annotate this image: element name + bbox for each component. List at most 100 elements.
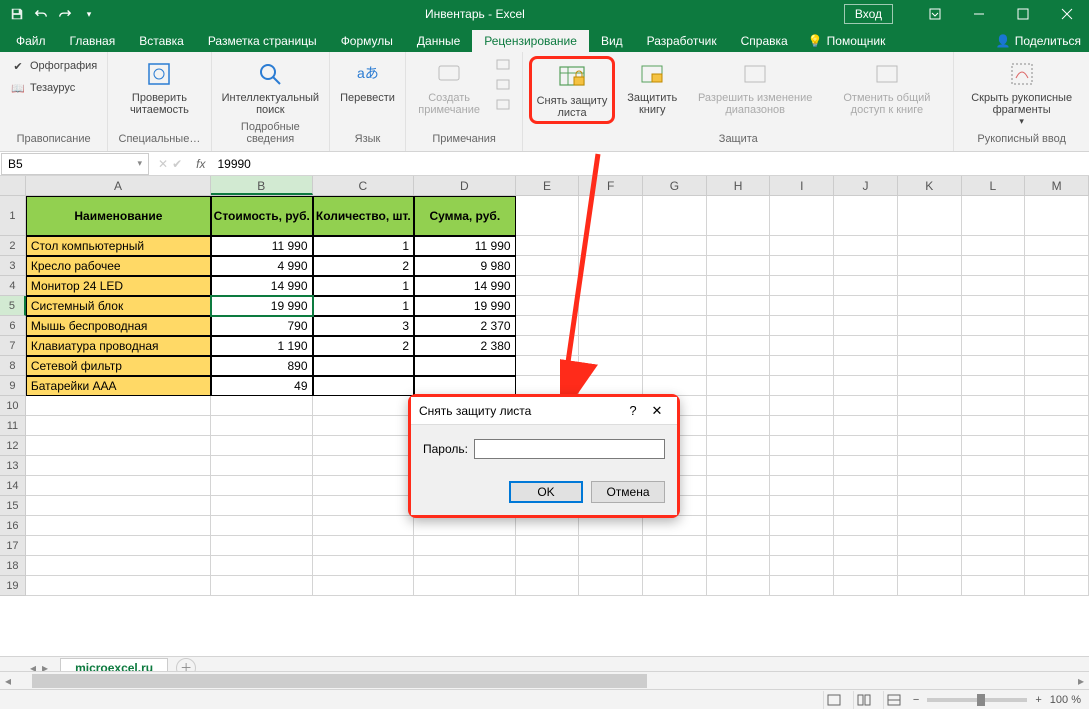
cell[interactable] (516, 356, 580, 376)
cell[interactable] (707, 236, 771, 256)
cell[interactable] (26, 496, 211, 516)
col-L[interactable]: L (962, 176, 1026, 195)
zoom-in-icon[interactable]: + (1035, 694, 1041, 706)
cell[interactable]: 1 190 (211, 336, 313, 356)
cell[interactable] (898, 416, 962, 436)
cell[interactable] (898, 496, 962, 516)
cell[interactable] (26, 436, 211, 456)
thesaurus-button[interactable]: 📖Тезаурус (6, 78, 101, 98)
cell[interactable] (962, 536, 1026, 556)
cell[interactable] (770, 396, 834, 416)
page-break-view-icon[interactable] (883, 691, 905, 709)
cell[interactable] (962, 576, 1026, 596)
col-J[interactable]: J (834, 176, 898, 195)
cell[interactable] (707, 496, 771, 516)
cell[interactable] (1025, 336, 1089, 356)
cell[interactable]: 1 (313, 296, 415, 316)
cell[interactable] (516, 276, 580, 296)
cell[interactable] (1025, 456, 1089, 476)
cell[interactable]: 4 990 (211, 256, 313, 276)
col-C[interactable]: C (313, 176, 415, 195)
cell[interactable] (770, 556, 834, 576)
password-input[interactable] (474, 439, 665, 459)
ink-button[interactable]: Скрыть рукописные фрагменты ▾ (960, 56, 1083, 129)
maximize-button[interactable] (1001, 0, 1045, 28)
smart-lookup-button[interactable]: Интеллектуальный поиск (218, 56, 323, 118)
cell[interactable] (834, 356, 898, 376)
cell[interactable] (516, 536, 580, 556)
cell[interactable] (414, 376, 516, 396)
cell[interactable] (643, 276, 707, 296)
cell[interactable] (707, 396, 771, 416)
cell[interactable] (211, 456, 313, 476)
cell[interactable] (707, 536, 771, 556)
cell[interactable] (579, 276, 643, 296)
cell[interactable] (834, 256, 898, 276)
row-4[interactable]: 4 (0, 276, 26, 296)
cell[interactable] (313, 576, 415, 596)
cell[interactable]: Клавиатура проводная (26, 336, 211, 356)
header-cell[interactable]: Стоимость, руб. (211, 196, 313, 236)
cell[interactable] (516, 376, 580, 396)
row-17[interactable]: 17 (0, 536, 26, 556)
cell[interactable] (1025, 516, 1089, 536)
cell[interactable] (1025, 276, 1089, 296)
col-H[interactable]: H (707, 176, 771, 195)
cell[interactable] (898, 196, 962, 236)
cell[interactable] (211, 536, 313, 556)
cell[interactable] (770, 296, 834, 316)
cell[interactable]: 3 (313, 316, 415, 336)
cell[interactable] (211, 476, 313, 496)
cell[interactable] (643, 256, 707, 276)
tab-formulas[interactable]: Формулы (329, 30, 405, 52)
cell[interactable] (579, 576, 643, 596)
row-5[interactable]: 5 (0, 296, 26, 316)
cell[interactable] (26, 476, 211, 496)
tab-home[interactable]: Главная (58, 30, 128, 52)
cell[interactable] (516, 316, 580, 336)
cell[interactable] (643, 336, 707, 356)
cell[interactable] (1025, 256, 1089, 276)
cell[interactable] (26, 456, 211, 476)
cell[interactable] (643, 516, 707, 536)
cell[interactable] (962, 516, 1026, 536)
col-B[interactable]: B (211, 176, 313, 195)
cell[interactable] (770, 476, 834, 496)
cell[interactable] (898, 436, 962, 456)
redo-icon[interactable] (54, 3, 76, 25)
cell[interactable] (643, 236, 707, 256)
tab-data[interactable]: Данные (405, 30, 472, 52)
cell[interactable] (707, 556, 771, 576)
cell[interactable]: Монитор 24 LED (26, 276, 211, 296)
cell[interactable]: 790 (211, 316, 313, 336)
cell[interactable] (313, 376, 415, 396)
cell[interactable] (962, 296, 1026, 316)
cell[interactable] (898, 456, 962, 476)
cell[interactable]: 14 990 (414, 276, 516, 296)
zoom-slider[interactable] (927, 698, 1027, 702)
cell[interactable]: Системный блок (26, 296, 211, 316)
row-13[interactable]: 13 (0, 456, 26, 476)
cell[interactable] (962, 496, 1026, 516)
cell[interactable] (898, 576, 962, 596)
cell[interactable] (1025, 576, 1089, 596)
cell[interactable] (313, 356, 415, 376)
horizontal-scrollbar[interactable]: ◂ ▸ (0, 671, 1089, 689)
cell[interactable] (414, 576, 516, 596)
cell[interactable] (211, 496, 313, 516)
cell[interactable] (834, 496, 898, 516)
cell[interactable] (898, 556, 962, 576)
cell[interactable] (1025, 396, 1089, 416)
row-7[interactable]: 7 (0, 336, 26, 356)
cell[interactable] (898, 316, 962, 336)
cell[interactable] (834, 196, 898, 236)
cell[interactable] (834, 396, 898, 416)
cell[interactable] (1025, 376, 1089, 396)
cell[interactable]: 11 990 (414, 236, 516, 256)
cell[interactable] (898, 276, 962, 296)
cell[interactable] (962, 316, 1026, 336)
cell[interactable] (962, 436, 1026, 456)
protect-workbook-button[interactable]: Защитить книгу (621, 56, 684, 118)
row-2[interactable]: 2 (0, 236, 26, 256)
cell[interactable] (516, 516, 580, 536)
